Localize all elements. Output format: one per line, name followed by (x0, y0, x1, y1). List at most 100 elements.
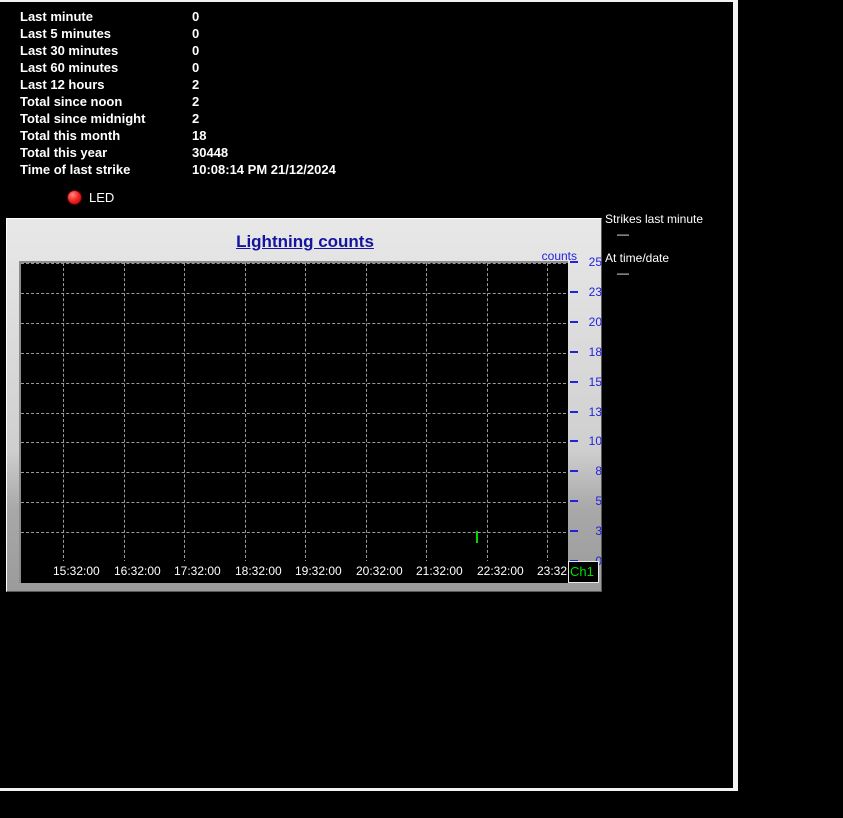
readout-title: At time/date (605, 251, 670, 265)
stat-label: Last 5 minutes (20, 26, 112, 41)
gridline-vertical (366, 263, 367, 563)
gridline-vertical (305, 263, 306, 563)
gridline-horizontal (21, 472, 566, 473)
gridline-vertical (426, 263, 427, 563)
gridline-horizontal (21, 502, 566, 503)
gridline-vertical (245, 263, 246, 563)
stat-value: 2 (192, 94, 200, 109)
y-axis-tick: 18 (570, 345, 604, 359)
readout-title: Strikes last minute (605, 212, 704, 226)
y-axis-tick-mark (570, 321, 578, 323)
stat-value: 2 (192, 111, 200, 126)
application-window: Last minute 0 Last 5 minutes 0 Last 30 minut… (0, 0, 738, 791)
gridline-horizontal (21, 263, 566, 264)
stat-value: 0 (192, 9, 200, 24)
chart-plot-area[interactable] (21, 263, 566, 563)
y-axis-tick: 10 (570, 434, 604, 448)
y-axis-tick-mark (570, 530, 578, 532)
led-indicator-icon (68, 190, 81, 204)
stat-row: Last 12 hours 2 (0, 76, 560, 93)
stat-label: Total this month (20, 128, 121, 143)
led-indicator-label: LED (89, 189, 115, 205)
x-axis-tick-label: 22:32:00 (477, 564, 524, 578)
x-axis-tick-label: 16:32:00 (114, 564, 161, 578)
stat-label: Total since noon (20, 94, 123, 109)
y-axis-tick-label: 18 (588, 345, 602, 359)
y-axis-tick: 8 (570, 464, 604, 478)
y-axis-tick-mark (570, 381, 578, 383)
chart-y-axis: 252320181513108530 (570, 255, 604, 568)
application-window-content: Last minute 0 Last 5 minutes 0 Last 30 minut… (0, 2, 733, 788)
y-axis-tick-label: 20 (588, 315, 602, 329)
y-axis-tick-mark (570, 500, 578, 502)
chart-x-axis: 15:32:00 16:32:00 17:32:00 18:32:00 19:32:00… (19, 561, 568, 583)
stat-label: Time of last strike (20, 162, 131, 177)
y-axis-tick-label: 13 (588, 405, 602, 419)
stat-row: Last 60 minutes 0 (0, 59, 560, 76)
gridline-vertical (184, 263, 185, 563)
stat-value: 0 (192, 60, 200, 75)
stat-value: 10:08:14 PM 21/12/2024 (192, 162, 336, 177)
y-axis-tick-mark (570, 291, 578, 293)
y-axis-tick-mark (570, 440, 578, 442)
gridline-vertical (124, 263, 125, 563)
stat-row: Total this month 18 (0, 127, 560, 144)
stat-label: Last 12 hours (20, 77, 105, 92)
readout-value: — (617, 227, 629, 241)
y-axis-tick-label: 5 (595, 494, 602, 508)
strike-readout-panel: Strikes last minute — At time/date — (605, 212, 730, 290)
stat-value: 0 (192, 43, 200, 58)
gridline-horizontal (21, 532, 566, 533)
gridline-horizontal (21, 383, 566, 384)
x-axis-tick-label: 19:32:00 (295, 564, 342, 578)
gridline-horizontal (21, 413, 566, 414)
stat-label: Last minute (20, 9, 93, 24)
y-axis-tick: 23 (570, 285, 604, 299)
y-axis-tick: 13 (570, 405, 604, 419)
y-axis-tick-mark (570, 470, 578, 472)
x-axis-tick-label: 20:32:00 (356, 564, 403, 578)
y-axis-tick-label: 25 (588, 255, 602, 269)
readout-value: — (617, 266, 629, 280)
stat-label: Total since midnight (20, 111, 146, 126)
lightning-statistics-panel: Last minute 0 Last 5 minutes 0 Last 30 minut… (0, 8, 560, 178)
lightning-counts-chart-panel[interactable]: Lightning counts counts 25 23 20 18 15 13 10 8 5… (6, 218, 602, 592)
stat-row: Last 30 minutes 0 (0, 42, 560, 59)
stat-row: Last minute 0 (0, 8, 560, 25)
led-indicator: LED (68, 188, 114, 206)
x-axis-tick-label: 21:32:00 (416, 564, 463, 578)
gridline-vertical (63, 263, 64, 563)
y-axis-tick-mark (570, 261, 578, 263)
y-axis-tick: 25 (570, 255, 604, 269)
chart-channel-legend[interactable]: Ch1 (568, 561, 599, 583)
y-axis-tick-mark (570, 411, 578, 413)
stat-value: 0 (192, 26, 200, 41)
y-axis-tick: 20 (570, 315, 604, 329)
stat-value: 2 (192, 77, 200, 92)
y-axis-tick: 15 (570, 375, 604, 389)
gridline-horizontal (21, 323, 566, 324)
x-axis-tick-label: 18:32:00 (235, 564, 282, 578)
stat-value: 30448 (192, 145, 229, 160)
y-axis-tick-label: 3 (595, 524, 602, 538)
y-axis-tick-label: 15 (588, 375, 602, 389)
x-axis-tick-label: 23:32 (537, 564, 568, 578)
stat-row: Last 5 minutes 0 (0, 25, 560, 42)
stat-label: Last 60 minutes (20, 60, 119, 75)
y-axis-tick-mark (570, 351, 578, 353)
x-axis-tick-label: 15:32:00 (53, 564, 100, 578)
stat-label: Total this year (20, 145, 108, 160)
y-axis-tick-label: 8 (595, 464, 602, 478)
chart-data-bar (476, 531, 478, 543)
y-axis-tick-label: 10 (588, 434, 602, 448)
stat-label: Last 30 minutes (20, 43, 119, 58)
stat-row: Time of last strike 10:08:14 PM 21/12/202… (0, 161, 560, 178)
gridline-vertical (487, 263, 488, 563)
y-axis-tick-label: 23 (588, 285, 602, 299)
gridline-horizontal (21, 353, 566, 354)
stat-value: 18 (192, 128, 207, 143)
gridline-horizontal (21, 293, 566, 294)
gridline-vertical (547, 263, 548, 563)
gridline-horizontal (21, 442, 566, 443)
stat-row: Total this year 30448 (0, 144, 560, 161)
